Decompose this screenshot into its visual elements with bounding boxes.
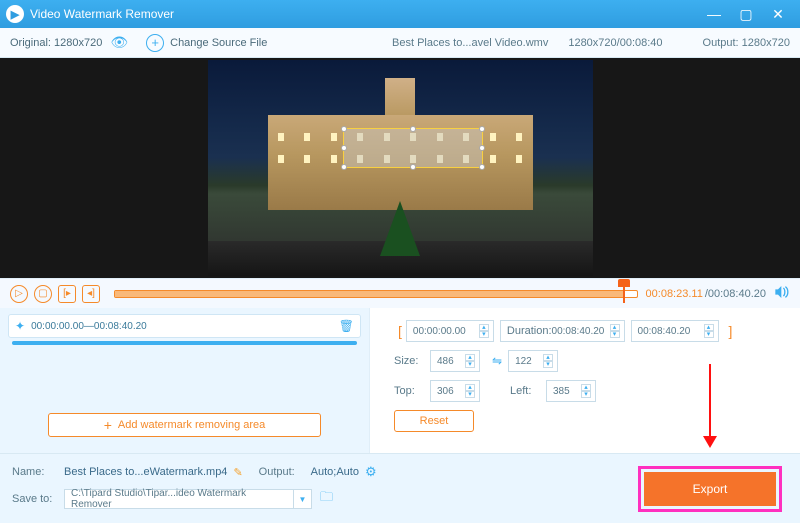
spin-down[interactable]: ▾ (581, 391, 591, 398)
spin-down[interactable]: ▾ (543, 361, 553, 368)
timeline-track[interactable] (114, 290, 638, 298)
change-source-button[interactable]: Change Source File (170, 37, 267, 49)
clip-sep: — (84, 321, 94, 332)
mark-out-button[interactable]: ◂] (82, 285, 100, 303)
volume-icon[interactable] (774, 285, 790, 302)
mark-in-button[interactable]: [▸ (58, 285, 76, 303)
width-input[interactable]: 486 ▴▾ (430, 350, 480, 372)
plus-icon: + (104, 417, 112, 433)
resize-handle[interactable] (410, 126, 416, 132)
current-time: 00:08:23.11 (646, 288, 703, 300)
duration-label: Duration: (507, 325, 552, 337)
spin-down[interactable]: ▾ (479, 331, 489, 338)
bracket-left-icon[interactable]: [ (394, 323, 406, 339)
output-name: Best Places to...eWatermark.mp4 (64, 466, 227, 478)
spin-up[interactable]: ▴ (581, 384, 591, 391)
titlebar: ▶ Video Watermark Remover — ▢ ✕ (0, 0, 800, 28)
resize-handle[interactable] (479, 126, 485, 132)
name-label: Name: (12, 466, 64, 478)
source-dim-duration: 1280x720/00:08:40 (568, 37, 662, 49)
open-folder-icon[interactable]: 🗀 (320, 488, 333, 510)
saveto-path[interactable]: C:\Tipard Studio\Tipar...ideo Watermark … (64, 489, 294, 509)
add-area-button[interactable]: + Add watermark removing area (48, 413, 321, 437)
stop-button[interactable]: ▢ (34, 285, 52, 303)
video-frame[interactable] (208, 60, 593, 276)
resize-handle[interactable] (341, 145, 347, 151)
reset-button[interactable]: Reset (394, 410, 474, 432)
playhead[interactable] (623, 285, 625, 303)
spin-up[interactable]: ▴ (479, 324, 489, 331)
total-time: /00:08:40.20 (705, 288, 766, 300)
top-label: Top: (394, 385, 430, 397)
properties-panel: [ 00:00:00.00 ▴▾ Duration: 00:08:40.20 ▴… (370, 308, 800, 453)
export-highlight: Export (638, 466, 782, 512)
app-icon: ▶ (6, 5, 24, 23)
export-button[interactable]: Export (644, 472, 776, 506)
bottom-bar: Name: Best Places to...eWatermark.mp4 ✎ … (0, 453, 800, 523)
range-end-input[interactable]: 00:08:40.20 ▴▾ (631, 320, 719, 342)
timeline: ▷ ▢ [▸ ◂] 00:08:23.11 /00:08:40.20 (0, 278, 800, 308)
spin-up[interactable]: ▴ (543, 354, 553, 361)
settings-icon[interactable]: ⚙ (365, 464, 377, 480)
close-button[interactable]: ✕ (762, 6, 794, 23)
preview-toggle-icon[interactable]: 👁 (110, 34, 128, 51)
spin-up[interactable]: ▴ (704, 324, 714, 331)
resize-handle[interactable] (479, 145, 485, 151)
spin-up[interactable]: ▴ (610, 324, 620, 331)
left-input[interactable]: 385 ▴▾ (546, 380, 596, 402)
link-aspect-icon[interactable]: ⇋ (492, 354, 502, 368)
top-input[interactable]: 306 ▴▾ (430, 380, 480, 402)
watermark-selection[interactable] (343, 128, 483, 168)
minimize-button[interactable]: — (698, 6, 730, 22)
source-filename: Best Places to...avel Video.wmv (392, 37, 548, 49)
size-label: Size: (394, 355, 430, 367)
saveto-label: Save to: (12, 493, 64, 505)
clip-panel: ✦ 00:00:00.00 — 00:08:40.20 🗑 + Add wate… (0, 308, 370, 453)
clip-item[interactable]: ✦ 00:00:00.00 — 00:08:40.20 🗑 (8, 314, 361, 338)
spin-down[interactable]: ▾ (704, 331, 714, 338)
edit-name-icon[interactable]: ✎ (233, 466, 242, 479)
app-title: Video Watermark Remover (30, 7, 698, 21)
output-format: Auto;Auto (311, 466, 359, 478)
resize-handle[interactable] (479, 164, 485, 170)
spin-up[interactable]: ▴ (465, 384, 475, 391)
original-dimensions: Original: 1280x720 (10, 37, 102, 49)
range-start-input[interactable]: 00:00:00.00 ▴▾ (406, 320, 494, 342)
output-label: Output: (259, 466, 311, 478)
add-source-icon[interactable]: + (146, 34, 164, 52)
video-preview (0, 58, 800, 278)
resize-handle[interactable] (410, 164, 416, 170)
spin-down[interactable]: ▾ (465, 361, 475, 368)
maximize-button[interactable]: ▢ (730, 6, 762, 23)
resize-handle[interactable] (341, 164, 347, 170)
mid-panel: ✦ 00:00:00.00 — 00:08:40.20 🗑 + Add wate… (0, 308, 800, 453)
output-dimensions: Output: 1280x720 (703, 37, 790, 49)
spin-down[interactable]: ▾ (610, 331, 620, 338)
clip-end: 00:08:40.20 (94, 321, 147, 332)
tree (380, 201, 420, 256)
timeline-fill (115, 291, 623, 297)
bracket-right-icon[interactable]: ] (725, 323, 737, 339)
left-label: Left: (510, 385, 546, 397)
annotation-arrow (703, 364, 717, 448)
building-tower (385, 78, 415, 118)
height-input[interactable]: 122 ▴▾ (508, 350, 558, 372)
saveto-dropdown[interactable]: ▼ (294, 489, 312, 509)
delete-clip-icon[interactable]: 🗑 (339, 319, 354, 333)
spin-up[interactable]: ▴ (465, 354, 475, 361)
spin-down[interactable]: ▾ (465, 391, 475, 398)
clip-start: 00:00:00.00 (31, 321, 84, 332)
play-button[interactable]: ▷ (10, 285, 28, 303)
wand-icon: ✦ (15, 319, 25, 333)
duration-input[interactable]: Duration: 00:08:40.20 ▴▾ (500, 320, 625, 342)
resize-handle[interactable] (341, 126, 347, 132)
add-area-label: Add watermark removing area (118, 419, 265, 431)
toolbar: Original: 1280x720 👁 + Change Source Fil… (0, 28, 800, 58)
